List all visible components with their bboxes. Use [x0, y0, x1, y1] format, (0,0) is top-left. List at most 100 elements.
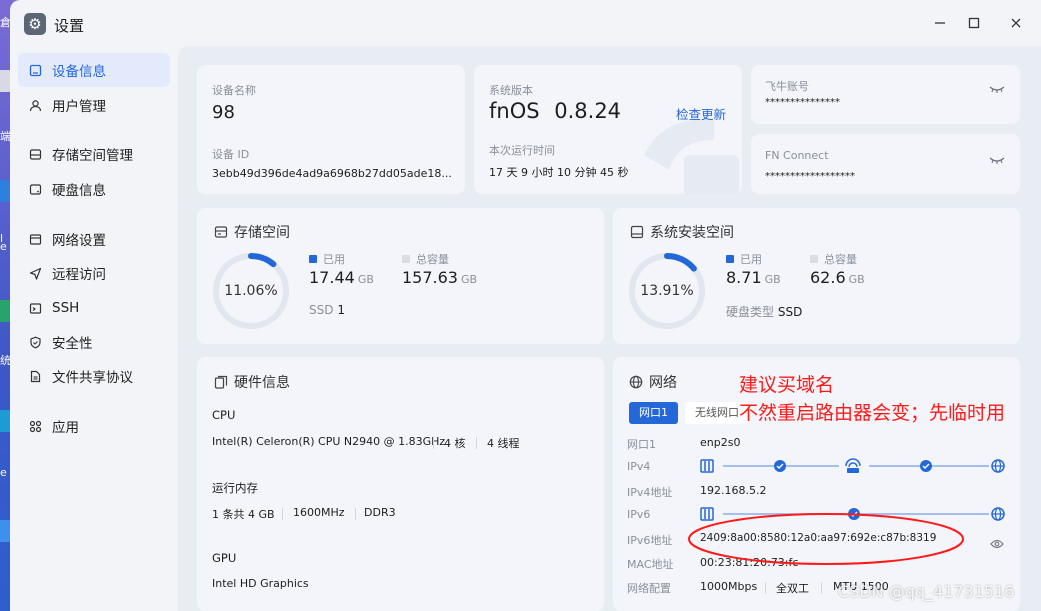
sidebar-item-security[interactable]: 安全性: [18, 325, 170, 359]
system-install-used-label: 已用: [726, 251, 762, 267]
settings-window: ⚙ 设置 设备信息 用户管理 存储空间管理 硬盘信息 网络设置 远程访问 SSH…: [10, 0, 1041, 611]
tab-port-1[interactable]: 网口1: [629, 402, 678, 424]
feiniu-account-card: 飞牛账号 ***************: [751, 65, 1020, 124]
memory-count: 1 条共 4 GB: [212, 508, 275, 521]
minimize-button[interactable]: [928, 12, 952, 36]
storage-title-label: 存储空间: [234, 225, 290, 241]
system-card: 系统版本 fnOS 0.8.24 检查更新 本次运行时间 17 天 9 小时 1…: [474, 65, 742, 194]
sidebar-item-device-info[interactable]: 设备信息: [18, 53, 170, 87]
sidebar: 设备信息 用户管理 存储空间管理 硬盘信息 网络设置 远程访问 SSH 安全性: [10, 48, 178, 611]
cpu-label: CPU: [212, 408, 236, 422]
memory-frequency: 1600MHz: [293, 506, 345, 519]
network-row-value: enp2s0: [700, 436, 741, 449]
fn-connect-card: FN Connect ******************: [751, 134, 1020, 194]
storage-used-label: 已用: [309, 251, 345, 267]
sidebar-item-label: 设备信息: [52, 64, 106, 80]
ipv4-connection-diagram: [700, 458, 1005, 473]
annotation-line-2: 不然重启路由器会变；先临时用: [739, 402, 1006, 424]
check-update-link[interactable]: 检查更新: [676, 104, 726, 123]
eye-closed-icon[interactable]: [989, 150, 1005, 169]
os-name: fnOS: [489, 99, 540, 123]
check-circle-icon: [920, 460, 932, 472]
shield-icon: [28, 335, 42, 349]
gear-icon: ⚙: [24, 13, 46, 35]
sidebar-item-users[interactable]: 用户管理: [18, 88, 170, 122]
hardware-title: 硬件信息: [214, 372, 290, 392]
annotation-line-1: 建议买域名: [739, 374, 835, 396]
sidebar-item-label: 文件共享协议: [52, 370, 133, 386]
sidebar-item-network[interactable]: 网络设置: [18, 222, 170, 256]
sidebar-item-storage[interactable]: 存储空间管理: [18, 137, 170, 171]
sidebar-item-label: 安全性: [52, 336, 93, 352]
storage-card: 存储空间 11.06% 已用 17.44 GB 总容量 157.63 GB SSD …: [197, 208, 604, 344]
user-icon: [28, 98, 42, 112]
server-icon: [700, 459, 714, 473]
sidebar-item-ssh[interactable]: SSH: [18, 291, 170, 325]
duplex-mode: 全双工: [776, 582, 809, 595]
fn-connect-value: ******************: [765, 171, 855, 182]
gpu-model: Intel HD Graphics: [212, 577, 309, 590]
disk-icon: [28, 182, 42, 196]
sidebar-item-label: SSH: [52, 300, 80, 316]
system-install-title-label: 系统安装空间: [650, 225, 734, 241]
eye-closed-icon[interactable]: [989, 79, 1005, 98]
cpu-threads: 4 线程: [487, 437, 520, 450]
divider: [765, 582, 766, 594]
cpu-cores: 4 核: [444, 437, 466, 450]
divider: [821, 582, 822, 594]
cpu-model: Intel(R) Celeron(R) CPU N2940 @ 1.83GHz: [212, 435, 446, 448]
sidebar-item-label: 存储空间管理: [52, 148, 133, 164]
network-icon: [28, 232, 42, 246]
file-share-icon: [28, 369, 42, 383]
network-title-label: 网络: [649, 375, 677, 391]
system-version-label: 系统版本: [489, 84, 533, 97]
network-row-label: IPv6地址: [627, 534, 673, 547]
system-install-used-value: 8.71 GB: [726, 268, 781, 287]
network-row-label: MAC地址: [627, 558, 674, 571]
ssd-count: SSD 1: [309, 303, 345, 317]
sidebar-item-disk[interactable]: 硬盘信息: [18, 172, 170, 206]
globe-icon: [629, 375, 643, 389]
remote-icon: [28, 266, 42, 280]
divider: [355, 508, 356, 520]
gpu-label: GPU: [212, 551, 237, 565]
uptime: 17 天 9 小时 10 分钟 45 秒: [489, 166, 629, 179]
eye-icon[interactable]: [990, 534, 1004, 553]
uptime-label: 本次运行时间: [489, 144, 555, 157]
device-id: 3ebb49d396de4ad9a6968b27dd05ade18...: [212, 167, 452, 180]
divider: [476, 437, 477, 449]
title-bar: ⚙ 设置: [10, 0, 1041, 48]
system-install-percent: 13.91%: [640, 283, 694, 299]
network-row-label: 网口1: [627, 438, 656, 451]
storage-total-value: 157.63 GB: [402, 268, 478, 287]
close-button[interactable]: [1004, 12, 1028, 36]
sidebar-item-remote[interactable]: 远程访问: [18, 256, 170, 290]
monitor-icon: [630, 225, 644, 239]
maximize-button[interactable]: [962, 12, 986, 36]
annotation-ellipse: [688, 513, 964, 565]
divider: [282, 508, 283, 520]
memory-type: DDR3: [364, 506, 396, 519]
system-install-total-label: 总容量: [810, 251, 857, 267]
window-title: 设置: [54, 17, 85, 35]
system-install-card: 系统安装空间 13.91% 已用 8.71 GB 总容量 62.6 GB 硬盘类型 …: [613, 208, 1020, 344]
os-version: 0.8.24: [554, 99, 622, 123]
check-circle-icon: [774, 460, 786, 472]
hardware-title-label: 硬件信息: [234, 375, 290, 391]
sidebar-item-label: 硬盘信息: [52, 183, 106, 199]
device-icon: [28, 63, 42, 77]
sidebar-item-apps[interactable]: 应用: [18, 409, 170, 443]
fn-connect-label: FN Connect: [765, 149, 829, 162]
storage-icon: [28, 147, 42, 161]
device-name-label: 设备名称: [212, 84, 256, 97]
device-id-label: 设备 ID: [212, 148, 250, 161]
device-name: 98: [212, 102, 235, 123]
system-install-total-value: 62.6 GB: [810, 268, 865, 287]
apps-icon: [28, 419, 42, 433]
sidebar-item-file-share[interactable]: 文件共享协议: [18, 359, 170, 393]
network-row-label: IPv4: [627, 460, 651, 473]
system-install-title: 系统安装空间: [630, 222, 734, 242]
device-card: 设备名称 98 设备 ID 3ebb49d396de4ad9a6968b27dd…: [197, 65, 465, 194]
divider: [433, 437, 434, 449]
hardware-card: 硬件信息 CPU Intel(R) Celeron(R) CPU N2940 @…: [197, 357, 604, 611]
